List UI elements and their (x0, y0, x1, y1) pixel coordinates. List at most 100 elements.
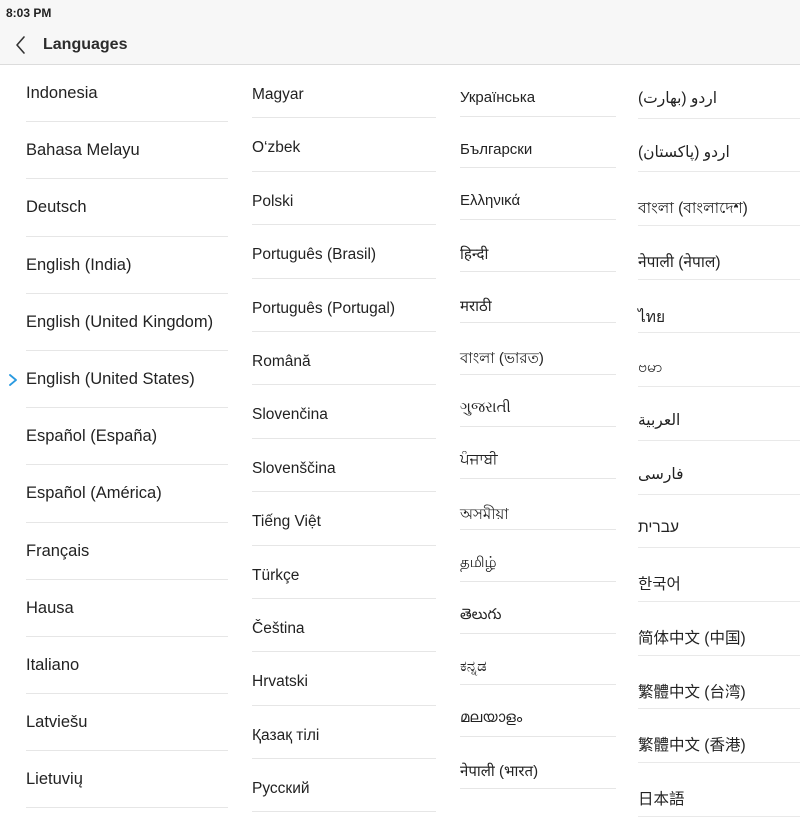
language-item[interactable]: Español (América) (26, 465, 228, 523)
chevron-right-icon (9, 374, 17, 386)
language-item[interactable]: Hausa (26, 580, 228, 637)
language-item[interactable]: Українська (460, 65, 616, 117)
language-label: नेपाली (भारत) (460, 762, 539, 780)
language-label: 简体中文 (中国) (638, 629, 746, 647)
language-label: English (United States) (26, 369, 195, 388)
language-item[interactable]: العربية (638, 387, 800, 441)
language-item[interactable]: English (United States) (9, 351, 228, 409)
language-label: Latviešu (26, 713, 88, 732)
language-item[interactable]: ಕನ್ನಡ (460, 634, 616, 686)
language-item[interactable]: नेपाली (नेपाल) (638, 226, 800, 280)
language-label: Українська (460, 89, 536, 106)
language-label: Italiano (26, 655, 80, 674)
language-item[interactable]: অসমীয়া (460, 479, 616, 531)
language-item[interactable]: 한국어 (638, 548, 800, 602)
language-label: English (India) (26, 255, 132, 274)
language-label: O‘zbek (252, 139, 301, 157)
language-label: Deutsch (26, 198, 87, 217)
language-label: ಕನ್ನಡ (460, 657, 487, 675)
language-label: 한국어 (638, 576, 681, 594)
language-item[interactable]: Polski (252, 172, 436, 226)
language-item[interactable]: Español (España) (26, 408, 228, 466)
language-label: Polski (252, 192, 294, 210)
language-item[interactable]: ગુજરાતી (460, 375, 616, 427)
language-column-4: اردو (بھارت) اردو (پاکستان) বাংলা (বাংলাদে… (622, 65, 800, 817)
language-label: ਪੰਜਾਬੀ (460, 450, 498, 468)
language-item[interactable]: ਪੰਜਾਬੀ (460, 427, 616, 479)
language-item[interactable]: Türkçe (252, 546, 436, 599)
language-item[interactable]: 繁體中文 (台湾) (638, 656, 800, 710)
language-item[interactable]: ไทย (638, 280, 800, 334)
language-label: తెలుగు (460, 605, 502, 623)
language-label: Slovenčina (252, 406, 328, 424)
language-item[interactable]: বাংলা (বাংলাদেশ) (638, 172, 800, 227)
language-item[interactable]: 简体中文 (中国) (638, 602, 800, 656)
language-label: Español (España) (26, 427, 158, 446)
language-item[interactable]: 日本語 (638, 763, 800, 817)
language-label: Română (252, 352, 311, 370)
language-item[interactable]: मराठी (460, 272, 616, 324)
language-item[interactable]: ဗမာ (638, 333, 800, 388)
language-label: فارسی (638, 465, 684, 483)
language-label: தமிழ் (460, 554, 497, 572)
language-item[interactable]: O‘zbek (252, 118, 436, 172)
language-item[interactable]: Français (26, 523, 228, 580)
language-item[interactable]: Қазақ тілі (252, 706, 436, 760)
status-time: 8:03 PM (6, 6, 52, 20)
language-label: ગુજરાતી (460, 399, 511, 417)
language-label: Magyar (252, 86, 304, 103)
back-button[interactable] (10, 34, 32, 56)
language-column-1: Indonesia Bahasa Melayu Deutsch English (In… (0, 65, 228, 809)
language-item[interactable]: Latviešu (26, 694, 228, 752)
language-item[interactable]: বাংলা (ভারত) (460, 323, 616, 376)
language-item[interactable]: English (India) (26, 237, 228, 294)
language-label: বাংলা (ভারত) (460, 350, 544, 368)
status-bar: 8:03 PM (0, 0, 800, 26)
language-item[interactable]: فارسی (638, 441, 800, 495)
language-item[interactable]: Български (460, 117, 616, 169)
language-item[interactable]: Русский (252, 759, 436, 813)
language-label: Русский (252, 780, 310, 798)
chevron-left-icon (16, 36, 25, 54)
language-label: Português (Brasil) (252, 246, 377, 264)
language-label: עברית (638, 518, 679, 536)
language-label: অসমীয়া (460, 505, 509, 523)
language-item[interactable]: Português (Brasil) (252, 225, 436, 279)
language-label: Slovenščina (252, 459, 336, 477)
language-item[interactable]: Română (252, 332, 436, 386)
language-item[interactable]: हिन्दी (460, 220, 616, 272)
language-item[interactable]: Slovenščina (252, 439, 436, 493)
language-item[interactable]: English (United Kingdom) (26, 294, 228, 351)
language-item[interactable]: Indonesia (26, 65, 228, 123)
language-item[interactable]: Português (Portugal) (252, 279, 436, 332)
language-item[interactable]: اردو (بھارت) (638, 65, 800, 119)
language-label: اردو (پاکستان) (638, 143, 730, 161)
language-item[interactable]: తెలుగు (460, 582, 616, 634)
language-item[interactable]: नेपाली (भारत) (460, 737, 616, 789)
language-item[interactable]: 繁體中文 (香港) (638, 709, 800, 763)
language-label: العربية (638, 412, 681, 430)
language-item[interactable]: Bahasa Melayu (26, 122, 228, 180)
page-title: Languages (43, 36, 128, 53)
language-item[interactable]: اردو (پاکستان) (638, 119, 800, 173)
language-label: 日本語 (638, 790, 685, 808)
language-item[interactable]: Tiếng Việt (252, 492, 436, 546)
language-item[interactable]: தமிழ் (460, 530, 616, 582)
language-label: मराठी (460, 297, 492, 315)
language-item[interactable]: Magyar (252, 65, 436, 119)
language-item[interactable]: മലയാളം (460, 685, 616, 737)
language-label: Български (460, 140, 533, 158)
language-item[interactable]: Ελληνικά (460, 168, 616, 221)
language-label: বাংলা (বাংলাদেশ) (638, 200, 748, 218)
language-item[interactable]: עברית (638, 495, 800, 549)
language-label: Español (América) (26, 484, 162, 503)
language-label: Türkçe (252, 566, 300, 584)
language-item[interactable]: Hrvatski (252, 652, 436, 706)
language-label: हिन्दी (460, 246, 489, 264)
language-item[interactable]: Deutsch (26, 179, 228, 237)
language-label: 繁體中文 (台湾) (638, 683, 746, 701)
language-label: Indonesia (26, 84, 98, 102)
language-item[interactable]: Slovenčina (252, 385, 436, 439)
language-item[interactable]: Čeština (252, 599, 436, 653)
language-item[interactable]: Italiano (26, 637, 228, 695)
